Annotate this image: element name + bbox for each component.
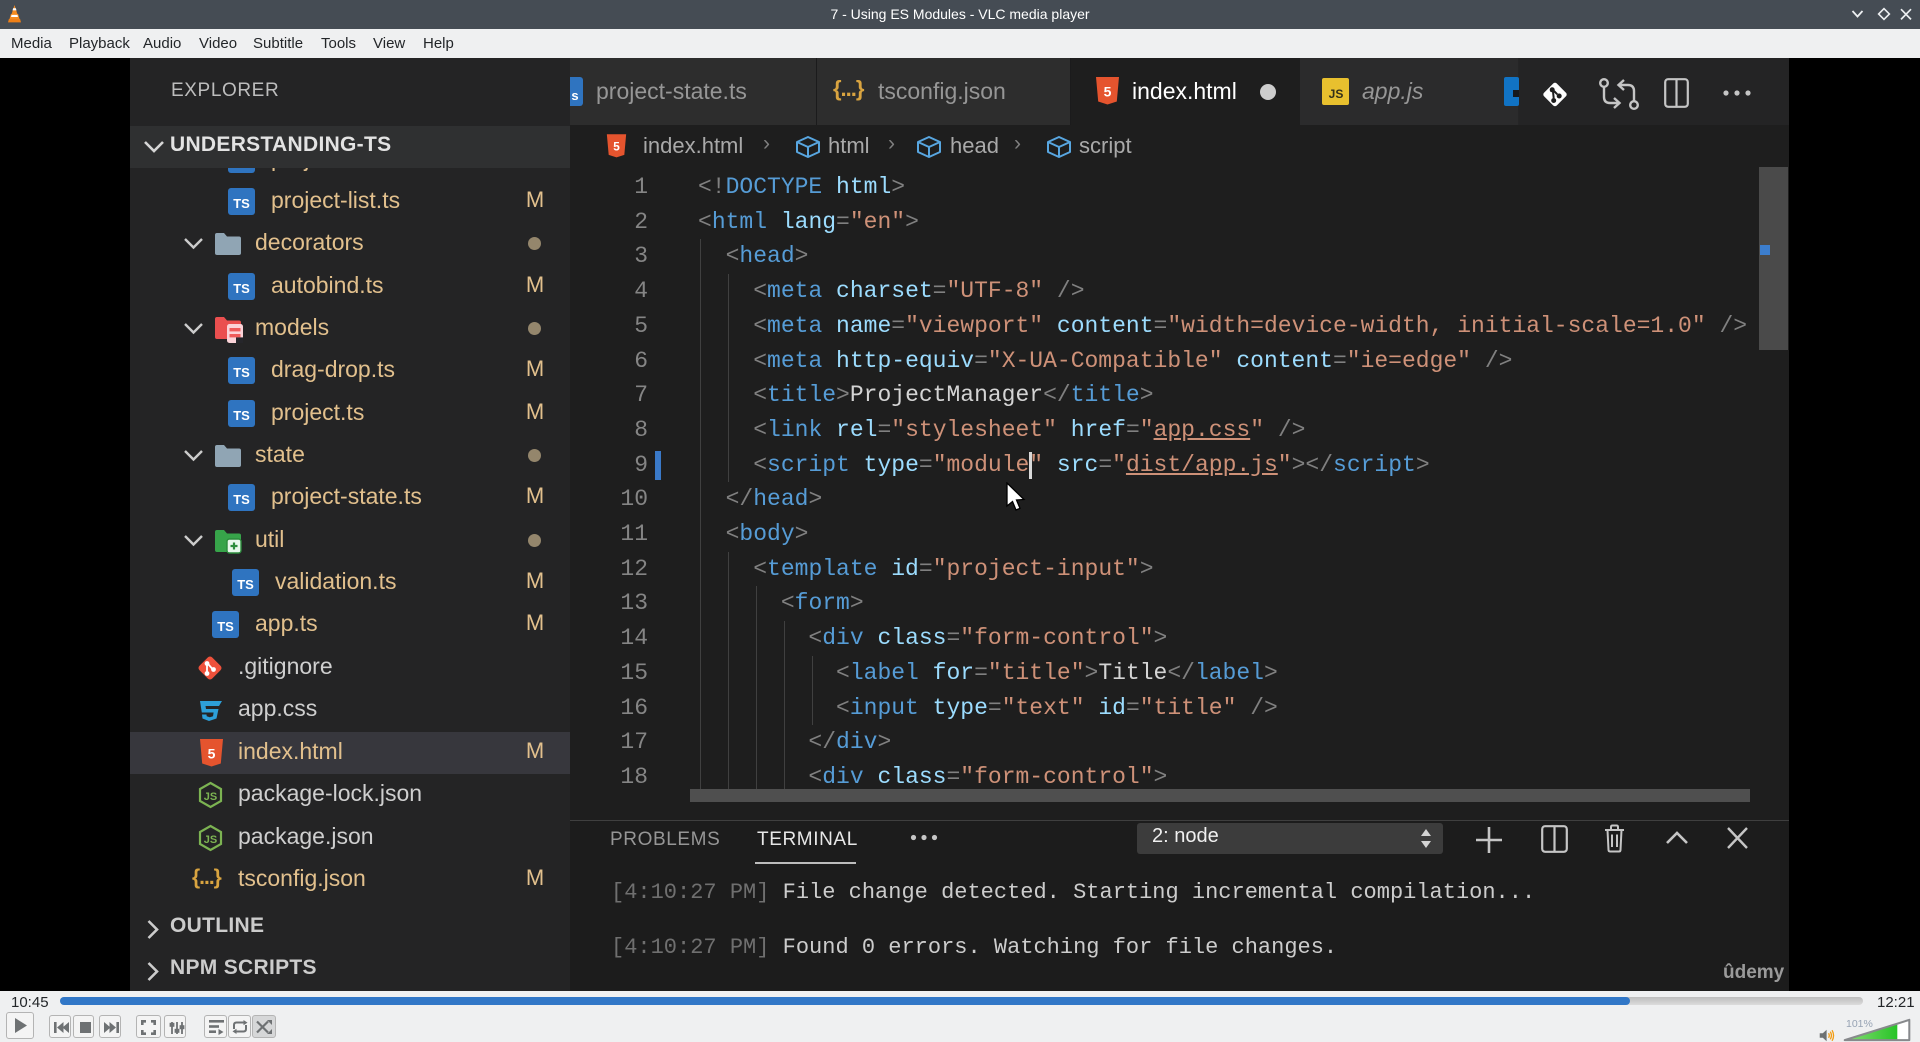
svg-text:TS: TS xyxy=(233,492,250,507)
svg-text:TS: TS xyxy=(233,281,250,296)
svg-text:JS: JS xyxy=(204,791,217,803)
svg-text:TS: TS xyxy=(233,408,250,423)
svg-text:s: s xyxy=(571,88,578,103)
svg-text:5: 5 xyxy=(208,746,216,762)
svg-text:TS: TS xyxy=(217,619,234,634)
svg-text:5: 5 xyxy=(613,141,620,154)
svg-text:JS: JS xyxy=(204,834,217,846)
svg-text:TS: TS xyxy=(233,196,250,211)
svg-text:JS: JS xyxy=(1329,87,1344,101)
svg-text:5: 5 xyxy=(1104,84,1112,100)
svg-text:TS: TS xyxy=(233,365,250,380)
svg-text:TS: TS xyxy=(237,577,254,592)
